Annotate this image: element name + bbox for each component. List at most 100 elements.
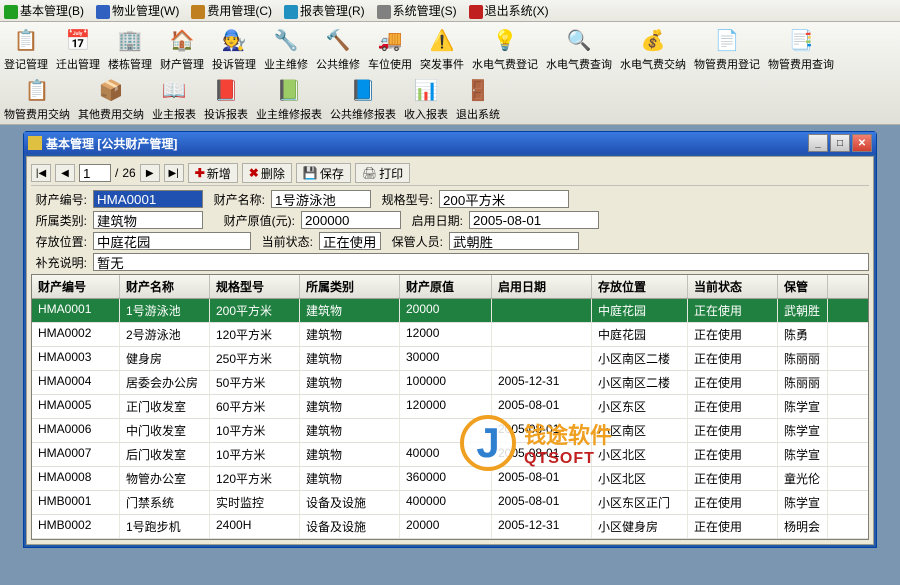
last-record-button[interactable]: ▶| [164,164,184,182]
field-asset-name[interactable] [271,190,371,208]
table-row[interactable]: HMB0001门禁系统实时监控设备及设施4000002005-08-01小区东区… [32,491,868,515]
table-cell: 正在使用 [688,443,778,466]
table-cell: HMA0005 [32,395,120,418]
table-row[interactable]: HMA0005正门收发室60平方米建筑物1200002005-08-01小区东区… [32,395,868,419]
table-cell: 40000 [400,443,492,466]
toolbar-button[interactable]: 📘公共维修报表 [326,74,400,124]
label-location: 存放位置: [31,233,87,250]
table-cell: 120平方米 [210,323,300,346]
menu-item[interactable]: 报表管理(R) [284,2,365,19]
table-cell: 10平方米 [210,443,300,466]
print-button[interactable]: 🖨打印 [355,163,410,183]
toolbar-button[interactable]: 🔍水电气费查询 [542,24,616,74]
label-value: 财产原值(元): [209,212,295,229]
field-location[interactable] [93,232,251,250]
minimize-button[interactable]: _ [808,134,828,152]
toolbar-button[interactable]: 💡水电气费登记 [468,24,542,74]
toolbar-button[interactable]: 📖业主报表 [148,74,200,124]
column-header[interactable]: 启用日期 [492,275,592,298]
toolbar-button[interactable]: 🔨公共维修 [312,24,364,74]
menu-item[interactable]: 退出系统(X) [469,2,549,19]
field-category[interactable] [93,211,203,229]
field-remark[interactable] [93,253,869,271]
toolbar-button[interactable]: 📕投诉报表 [200,74,252,124]
toolbar-button[interactable]: 🧑‍🔧投诉管理 [208,24,260,74]
column-header[interactable]: 保管 [778,275,828,298]
column-header[interactable]: 规格型号 [210,275,300,298]
field-spec[interactable] [439,190,569,208]
toolbar-icon: 📗 [275,76,303,104]
table-row[interactable]: HMA0008物管办公室120平方米建筑物3600002005-08-01小区北… [32,467,868,491]
table-cell: 小区南区二楼 [592,371,688,394]
column-header[interactable]: 财产原值 [400,275,492,298]
column-header[interactable]: 财产编号 [32,275,120,298]
toolbar-label: 楼栋管理 [108,56,152,72]
column-header[interactable]: 财产名称 [120,275,210,298]
toolbar-icon: 📋 [23,76,51,104]
save-button[interactable]: 💾保存 [296,163,351,183]
toolbar-button[interactable]: 🚪退出系统 [452,74,504,124]
toolbar-button[interactable]: 📋登记管理 [0,24,52,74]
toolbar-icon: 🏢 [116,26,144,54]
maximize-button[interactable]: □ [830,134,850,152]
toolbar-icon: 🚚 [376,26,404,54]
delete-button[interactable]: ✖删除 [242,163,292,183]
toolbar-icon: 📘 [349,76,377,104]
table-row[interactable]: HMA00011号游泳池200平方米建筑物20000中庭花园正在使用武朝胜 [32,299,868,323]
field-status[interactable] [319,232,381,250]
table-cell: 中庭花园 [592,323,688,346]
field-asset-code[interactable] [93,190,203,208]
toolbar-button[interactable]: 📅迁出管理 [52,24,104,74]
table-cell: 设备及设施 [300,515,400,538]
close-button[interactable]: ✕ [852,134,872,152]
toolbar-button[interactable]: 📗业主维修报表 [252,74,326,124]
toolbar-label: 退出系统 [456,106,500,122]
menu-item[interactable]: 系统管理(S) [377,2,457,19]
first-record-button[interactable]: |◀ [31,164,51,182]
toolbar-button[interactable]: 💰水电气费交纳 [616,24,690,74]
toolbar-icon: 📦 [97,76,125,104]
toolbar-button[interactable]: 📑物管费用查询 [764,24,838,74]
table-row[interactable]: HMA0004居委会办公房50平方米建筑物1000002005-12-31小区南… [32,371,868,395]
table-row[interactable]: HMA00022号游泳池120平方米建筑物12000中庭花园正在使用陈勇 [32,323,868,347]
toolbar-button[interactable]: 🏢 楼栋管理 [104,24,156,74]
menu-item[interactable]: 费用管理(C) [191,2,272,19]
toolbar-button[interactable]: 🏠财产管理 [156,24,208,74]
toolbar-button[interactable]: 📋物管费用交纳 [0,74,74,124]
table-cell: 童光伦 [778,467,828,490]
grid-body[interactable]: HMA00011号游泳池200平方米建筑物20000中庭花园正在使用武朝胜HMA… [32,299,868,539]
table-cell: 200平方米 [210,299,300,322]
table-row[interactable]: HMA0006中门收发室10平方米建筑物2005-08-01小区南区正在使用陈学… [32,419,868,443]
label-date: 启用日期: [407,212,463,229]
current-record-input[interactable] [79,164,111,182]
table-cell: 建筑物 [300,299,400,322]
toolbar-button[interactable]: 📄物管费用登记 [690,24,764,74]
prev-record-button[interactable]: ◀ [55,164,75,182]
toolbar-button[interactable]: 🚚车位使用 [364,24,416,74]
toolbar-button[interactable]: ⚠️突发事件 [416,24,468,74]
toolbar-button[interactable]: 📦其他费用交纳 [74,74,148,124]
column-header[interactable]: 当前状态 [688,275,778,298]
toolbar-icon: 🔧 [272,26,300,54]
table-cell: 小区北区 [592,467,688,490]
table-cell: 陈丽丽 [778,347,828,370]
field-value[interactable] [301,211,401,229]
table-row[interactable]: HMA0003健身房250平方米建筑物30000小区南区二楼正在使用陈丽丽 [32,347,868,371]
toolbar-button[interactable]: 📊收入报表 [400,74,452,124]
toolbar-button[interactable]: 🔧业主维修 [260,24,312,74]
table-row[interactable]: HMB00021号跑步机2400H设备及设施200002005-12-31小区健… [32,515,868,539]
add-button[interactable]: ✚新增 [188,163,238,183]
menu-item[interactable]: 物业管理(W) [96,2,179,19]
table-row[interactable]: HMA0007后门收发室10平方米建筑物400002005-08-01小区北区正… [32,443,868,467]
table-cell: 建筑物 [300,443,400,466]
child-window: 基本管理 [公共财产管理] _ □ ✕ |◀ ◀ / 26 ▶ ▶| ✚新增 ✖… [23,131,877,548]
field-keeper[interactable] [449,232,579,250]
column-header[interactable]: 存放位置 [592,275,688,298]
menu-item[interactable]: 基本管理(B) [4,2,84,19]
table-cell: 建筑物 [300,419,400,442]
label-status: 当前状态: [257,233,313,250]
field-date[interactable] [469,211,599,229]
column-header[interactable]: 所属类别 [300,275,400,298]
label-asset-code: 财产编号: [31,191,87,208]
next-record-button[interactable]: ▶ [140,164,160,182]
